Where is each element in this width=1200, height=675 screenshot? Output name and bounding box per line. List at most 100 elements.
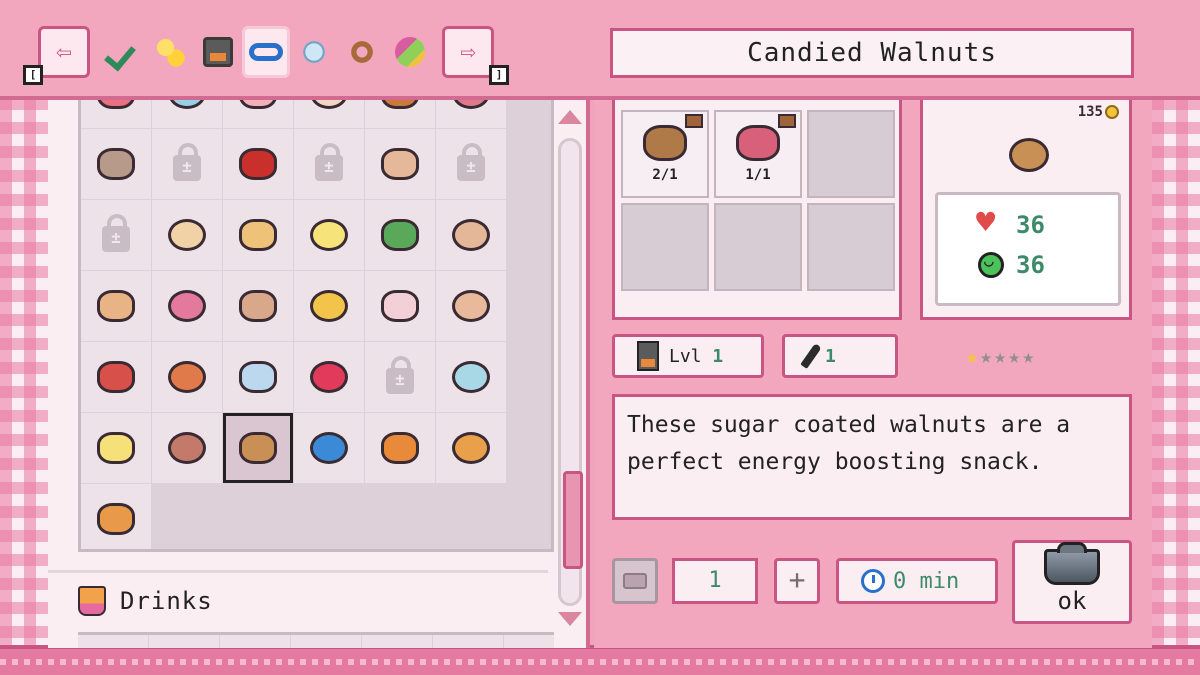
recipe-cell[interactable] — [152, 413, 222, 483]
recipe-cell[interactable] — [365, 413, 435, 483]
locked-recipe-cell[interactable] — [436, 129, 506, 199]
category-tab-pretzel[interactable] — [338, 26, 386, 78]
oven-level-chip: Lvl 1 — [612, 334, 764, 378]
oven-icon — [203, 37, 233, 67]
recipe-cell[interactable] — [294, 200, 364, 270]
recipe-cell[interactable] — [365, 100, 435, 128]
food-icon — [381, 100, 419, 109]
food-icon — [381, 148, 419, 180]
vegetable-icon — [395, 37, 425, 67]
recipe-cell[interactable] — [152, 200, 222, 270]
cook-ok-button[interactable]: ok — [1012, 540, 1132, 624]
recipe-cell[interactable] — [152, 100, 222, 128]
recipe-cell[interactable] — [223, 271, 293, 341]
quantity-field[interactable]: 1 — [672, 558, 758, 604]
food-icon — [239, 432, 277, 464]
recipe-cell[interactable] — [365, 200, 435, 270]
category-tab-infinity[interactable] — [242, 26, 290, 78]
scroll-track[interactable] — [558, 138, 583, 606]
drinks-grid — [78, 632, 554, 648]
increase-quantity-button[interactable]: + — [774, 558, 820, 604]
food-icon — [310, 290, 348, 322]
category-tab-vegetable[interactable] — [386, 26, 434, 78]
recipe-cell[interactable] — [294, 342, 364, 412]
recipe-cell[interactable] — [294, 271, 364, 341]
recipe-grid — [81, 100, 506, 549]
recipe-cell[interactable] — [81, 413, 151, 483]
clock-icon — [861, 569, 885, 593]
food-icon — [452, 219, 490, 251]
price-value: 135 — [1077, 104, 1103, 120]
recipe-cell[interactable] — [81, 342, 151, 412]
key-hint-next: ] — [489, 65, 509, 85]
category-tab-check[interactable] — [98, 26, 146, 78]
food-icon — [452, 361, 490, 393]
recipe-cell[interactable] — [81, 100, 151, 128]
ingredient-slot — [621, 203, 709, 291]
next-category-button[interactable]: ⇨ ] — [442, 26, 509, 85]
health-value: 36 — [1016, 211, 1045, 239]
prev-category-button[interactable]: ⇦ [ — [23, 26, 90, 85]
category-tab-ice[interactable] — [290, 26, 338, 78]
chest-badge-icon — [778, 114, 796, 128]
scroll-down-arrow-icon[interactable] — [558, 612, 582, 626]
stars-icon — [155, 37, 185, 67]
food-icon — [168, 290, 206, 322]
recipe-cell[interactable] — [223, 100, 293, 128]
recipe-cell[interactable] — [152, 342, 222, 412]
category-tab-list — [98, 26, 434, 78]
header-bar: ⇦ [ ⇨ ] Candied Walnuts — [0, 0, 1200, 100]
food-icon — [239, 219, 277, 251]
ingredient-slot[interactable]: 2/1 — [621, 110, 709, 198]
recipe-title: Candied Walnuts — [610, 28, 1134, 78]
food-icon — [97, 290, 135, 322]
recipe-cell[interactable] — [81, 129, 151, 199]
recipe-cell[interactable] — [436, 413, 506, 483]
food-icon — [168, 361, 206, 393]
food-icon — [168, 219, 206, 251]
ingredient-quantity: 2/1 — [652, 167, 678, 183]
scrollbar[interactable] — [552, 100, 586, 640]
coin-icon — [1105, 105, 1119, 119]
category-tab-oven[interactable] — [194, 26, 242, 78]
ingredient-slot[interactable]: 1/1 — [714, 110, 802, 198]
locked-recipe-cell[interactable] — [152, 129, 222, 199]
recipe-cell[interactable] — [81, 271, 151, 341]
star-icon: ★ — [1008, 344, 1021, 368]
recipe-cell[interactable] — [152, 271, 222, 341]
recipe-cell[interactable] — [223, 413, 293, 483]
scroll-thumb[interactable] — [563, 471, 583, 569]
food-icon — [310, 100, 348, 109]
locked-recipe-cell[interactable] — [81, 200, 151, 270]
drinks-section-header[interactable]: Drinks — [48, 570, 548, 616]
recipe-cell[interactable] — [223, 200, 293, 270]
locked-recipe-cell[interactable] — [365, 342, 435, 412]
recipe-cell[interactable] — [294, 100, 364, 128]
ingredient-slots: 2/1 1/1 — [612, 100, 902, 320]
recipe-cell[interactable] — [436, 100, 506, 128]
locked-recipe-cell[interactable] — [294, 129, 364, 199]
food-icon — [239, 290, 277, 322]
energy-stat: 36 — [978, 245, 1118, 285]
food-icon — [452, 432, 490, 464]
recipe-cell[interactable] — [436, 342, 506, 412]
recipe-cell[interactable] — [294, 413, 364, 483]
heart-icon — [976, 203, 1004, 241]
recipe-cell[interactable] — [365, 271, 435, 341]
oven-icon — [637, 341, 659, 371]
recipe-description: These sugar coated walnuts are a perfect… — [612, 394, 1132, 520]
recipe-cell[interactable] — [81, 484, 151, 549]
check-icon — [107, 37, 137, 67]
category-tab-stars[interactable] — [146, 26, 194, 78]
recipe-cell[interactable] — [436, 271, 506, 341]
level-value: 1 — [712, 345, 724, 367]
recipe-cell[interactable] — [365, 129, 435, 199]
lock-icon — [173, 143, 201, 181]
recipe-cell[interactable] — [223, 129, 293, 199]
tool-chip: 1 — [782, 334, 898, 378]
decrease-quantity-button[interactable] — [612, 558, 658, 604]
scroll-up-arrow-icon[interactable] — [558, 110, 582, 124]
recipe-cell[interactable] — [436, 200, 506, 270]
recipe-info-row: Lvl 1 1 ★ ★ ★ ★ ★ — [612, 334, 1132, 378]
recipe-cell[interactable] — [223, 342, 293, 412]
